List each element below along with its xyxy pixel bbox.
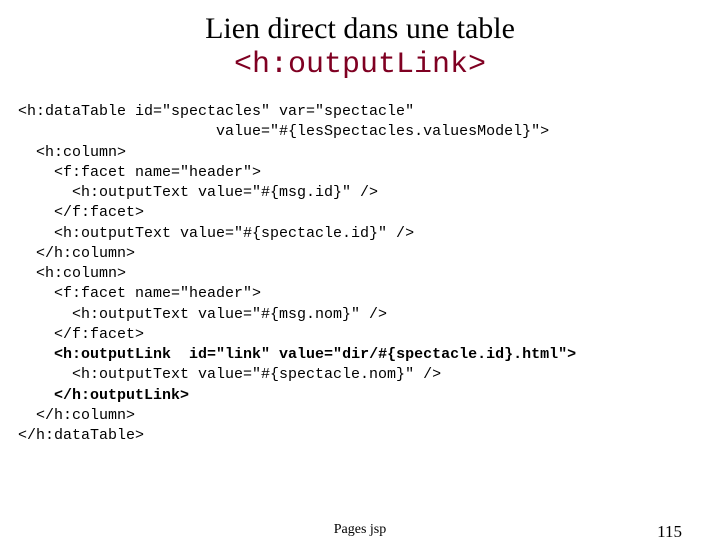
code-line: </f:facet> bbox=[18, 204, 144, 221]
code-line-indent bbox=[18, 346, 54, 363]
code-line: </h:column> bbox=[18, 245, 135, 262]
code-line: <h:outputText value="#{spectacle.nom}" /… bbox=[18, 366, 441, 383]
code-line: <f:facet name="header"> bbox=[18, 285, 261, 302]
code-line: value="#{lesSpectacles.valuesModel}"> bbox=[18, 123, 549, 140]
code-line: </h:column> bbox=[18, 407, 135, 424]
slide-subtitle: <h:outputLink> bbox=[0, 48, 720, 82]
code-line: </h:dataTable> bbox=[18, 427, 144, 444]
code-line: <h:dataTable id="spectacles" var="specta… bbox=[18, 103, 414, 120]
code-line-indent bbox=[18, 387, 54, 404]
code-line-bold: <h:outputLink id="link" value="dir/#{spe… bbox=[54, 346, 576, 363]
code-line: <h:outputText value="#{spectacle.id}" /> bbox=[18, 225, 414, 242]
code-line: </f:facet> bbox=[18, 326, 144, 343]
code-line: <h:column> bbox=[18, 144, 126, 161]
page-number: 115 bbox=[657, 522, 682, 542]
code-line: <h:outputText value="#{msg.id}" /> bbox=[18, 184, 378, 201]
footer-label: Pages jsp bbox=[334, 522, 387, 538]
code-line-bold: </h:outputLink> bbox=[54, 387, 189, 404]
slide-title: Lien direct dans une table bbox=[0, 12, 720, 46]
code-line: <h:column> bbox=[18, 265, 126, 282]
code-line: <f:facet name="header"> bbox=[18, 164, 261, 181]
code-snippet: <h:dataTable id="spectacles" var="specta… bbox=[0, 82, 720, 446]
code-line: <h:outputText value="#{msg.nom}" /> bbox=[18, 306, 387, 323]
slide-header: Lien direct dans une table <h:outputLink… bbox=[0, 0, 720, 82]
